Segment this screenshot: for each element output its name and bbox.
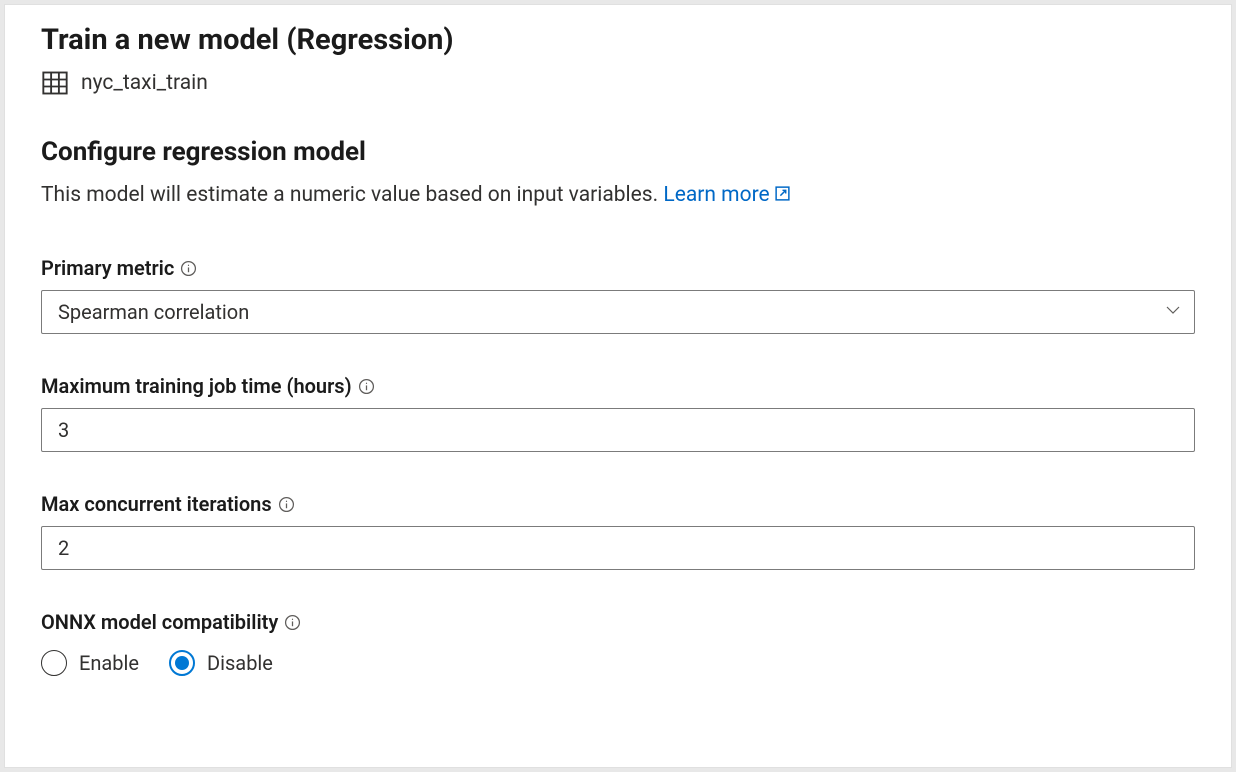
max-training-time-field: Maximum training job time (hours) bbox=[41, 374, 1195, 452]
primary-metric-field: Primary metric Spearman correlation bbox=[41, 256, 1195, 334]
primary-metric-select[interactable]: Spearman correlation bbox=[41, 290, 1195, 334]
field-label-row: Primary metric bbox=[41, 256, 1195, 280]
primary-metric-label: Primary metric bbox=[41, 256, 174, 280]
info-icon[interactable] bbox=[284, 614, 301, 631]
max-concurrent-iterations-input[interactable] bbox=[41, 526, 1195, 570]
info-icon[interactable] bbox=[180, 260, 197, 277]
field-label-row: Maximum training job time (hours) bbox=[41, 374, 1195, 398]
radio-dot bbox=[175, 656, 189, 670]
learn-more-link[interactable]: Learn more bbox=[663, 183, 790, 207]
onnx-disable-label: Disable bbox=[207, 651, 273, 675]
radio-checked-icon bbox=[169, 650, 195, 676]
max-concurrent-iterations-label: Max concurrent iterations bbox=[41, 492, 272, 516]
onnx-label: ONNX model compatibility bbox=[41, 610, 278, 634]
field-label-row: Max concurrent iterations bbox=[41, 492, 1195, 516]
radio-unchecked-icon bbox=[41, 650, 67, 676]
section-description: This model will estimate a numeric value… bbox=[41, 183, 1195, 208]
section-title: Configure regression model bbox=[41, 137, 1195, 167]
onnx-disable-radio[interactable]: Disable bbox=[169, 650, 273, 676]
section-description-text: This model will estimate a numeric value… bbox=[41, 183, 663, 207]
dataset-name: nyc_taxi_train bbox=[81, 71, 208, 95]
max-concurrent-iterations-field: Max concurrent iterations bbox=[41, 492, 1195, 570]
onnx-radio-group: Enable Disable bbox=[41, 650, 1195, 676]
primary-metric-value: Spearman correlation bbox=[58, 300, 249, 324]
dataset-row: nyc_taxi_train bbox=[41, 69, 1195, 97]
info-icon[interactable] bbox=[358, 378, 375, 395]
field-label-row: ONNX model compatibility bbox=[41, 610, 1195, 634]
train-model-panel: Train a new model (Regression) nyc_taxi_… bbox=[4, 4, 1232, 768]
onnx-enable-label: Enable bbox=[79, 651, 139, 675]
onnx-compatibility-field: ONNX model compatibility Enable Disable bbox=[41, 610, 1195, 676]
learn-more-label: Learn more bbox=[663, 183, 769, 207]
max-training-time-input[interactable] bbox=[41, 408, 1195, 452]
max-training-time-label: Maximum training job time (hours) bbox=[41, 374, 352, 398]
onnx-enable-radio[interactable]: Enable bbox=[41, 650, 139, 676]
external-link-icon bbox=[774, 184, 791, 208]
info-icon[interactable] bbox=[278, 496, 295, 513]
page-title: Train a new model (Regression) bbox=[41, 23, 1195, 57]
table-icon bbox=[41, 69, 69, 97]
